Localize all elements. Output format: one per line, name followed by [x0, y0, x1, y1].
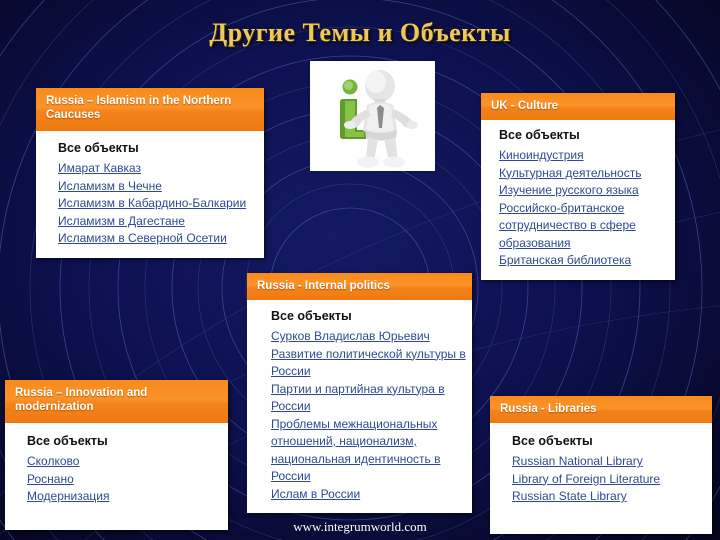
slide-canvas: Другие Темы и Объекты Russia – Islamism …: [0, 0, 720, 540]
panel-link[interactable]: Исламизм в Кабардино-Балкарии: [58, 195, 254, 213]
panel-link[interactable]: Модернизация: [27, 488, 218, 506]
panel-link[interactable]: Роснано: [27, 471, 218, 489]
panel-russia-libraries: Russia - Libraries Все объекты Russian N…: [490, 396, 712, 534]
panel-russia-islamism-northern-caucuses: Russia – Islamism in the Northern Caucus…: [36, 88, 264, 258]
panel-link[interactable]: Исламизм в Северной Осетии: [58, 230, 254, 248]
page-title: Другие Темы и Объекты: [209, 18, 511, 47]
panel-uk-culture: UK - Culture Все объекты Киноиндустрия К…: [481, 93, 675, 280]
panel-russia-internal-politics: Russia - Internal politics Все объекты С…: [247, 273, 472, 513]
info-mannequin-illustration: [310, 61, 435, 171]
panel-link[interactable]: Исламизм в Чечне: [58, 178, 254, 196]
panel-link[interactable]: Исламизм в Дагестане: [58, 213, 254, 231]
panel-link[interactable]: Киноиндустрия: [499, 147, 665, 165]
all-objects-label: Все объекты: [27, 434, 108, 448]
all-objects-label: Все объекты: [512, 434, 593, 448]
panel-russia-innovation-modernization: Russia – Innovation and modernization Вс…: [5, 380, 228, 530]
panel-link[interactable]: Проблемы межнациональных отношений, наци…: [271, 416, 466, 486]
panel-header-russia-innovation-modernization: Russia – Innovation and modernization: [5, 380, 228, 423]
footer-website-url: www.integrumworld.com: [293, 519, 427, 534]
panel-link[interactable]: Russian National Library: [512, 453, 702, 471]
panel-header-russia-libraries: Russia - Libraries: [490, 396, 712, 423]
panel-body-russia-islamism-northern-caucuses: Все объекты Имарат Кавказ Исламизм в Чеч…: [36, 131, 264, 258]
panel-link[interactable]: Имарат Кавказ: [58, 160, 254, 178]
all-objects-label: Все объекты: [58, 141, 139, 155]
panel-body-uk-culture: Все объекты Киноиндустрия Культурная дея…: [481, 120, 675, 280]
panel-header-russia-islamism-northern-caucuses: Russia – Islamism in the Northern Caucus…: [36, 88, 264, 131]
panel-header-russia-internal-politics: Russia - Internal politics: [247, 273, 472, 300]
panel-link[interactable]: Изучение русского языка: [499, 182, 665, 200]
panel-link[interactable]: Library of Foreign Literature: [512, 471, 702, 489]
panel-link[interactable]: Российско-британское сотрудничество в сф…: [499, 200, 665, 253]
all-objects-label: Все объекты: [499, 128, 580, 142]
panel-body-russia-internal-politics: Все объекты Сурков Владислав Юрьевич Раз…: [247, 300, 472, 513]
panel-link[interactable]: Партии и партийная культура в России: [271, 381, 466, 416]
panel-link[interactable]: Ислам в России: [271, 486, 466, 504]
panel-link[interactable]: Развитие политической культуры в России: [271, 346, 466, 381]
panel-header-uk-culture: UK - Culture: [481, 93, 675, 120]
panel-link[interactable]: Сколково: [27, 453, 218, 471]
panel-body-russia-libraries: Все объекты Russian National Library Lib…: [490, 423, 712, 534]
panel-link[interactable]: Британская библиотека: [499, 252, 665, 270]
panel-link[interactable]: Russian State Library: [512, 488, 702, 506]
panel-body-russia-innovation-modernization: Все объекты Сколково Роснано Модернизаци…: [5, 423, 228, 530]
panel-link[interactable]: Культурная деятельность: [499, 165, 665, 183]
panel-link[interactable]: Сурков Владислав Юрьевич: [271, 328, 466, 346]
all-objects-label: Все объекты: [271, 309, 352, 323]
